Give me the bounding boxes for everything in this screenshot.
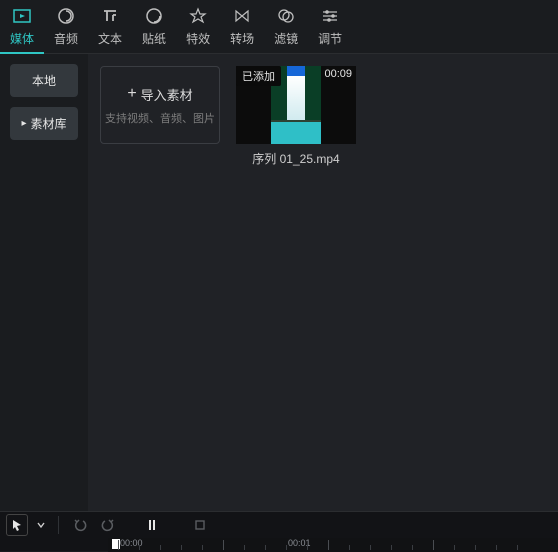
split-tool[interactable] xyxy=(141,514,163,536)
clip-added-badge: 已添加 xyxy=(236,66,281,86)
ruler-tick xyxy=(202,545,203,550)
sticker-icon xyxy=(144,6,164,26)
ruler-tick xyxy=(244,545,245,550)
ruler-tick xyxy=(370,545,371,550)
media-clip[interactable]: 已添加 00:09 序列 01_25.mp4 xyxy=(236,66,356,167)
ruler-tick xyxy=(118,540,119,550)
tab-text[interactable]: 文本 xyxy=(88,0,132,54)
ruler-tick xyxy=(412,545,413,550)
media-panel: + 导入素材 支持视频、音频、图片 已添加 00:09 序列 01_25.mp4 xyxy=(88,54,558,511)
effect-icon xyxy=(188,6,208,26)
tab-filter[interactable]: 滤镜 xyxy=(264,0,308,54)
tab-label: 特效 xyxy=(186,30,210,47)
tab-label: 转场 xyxy=(230,30,254,47)
tab-label: 媒体 xyxy=(10,30,34,47)
text-icon xyxy=(100,6,120,26)
adjust-icon xyxy=(320,6,340,26)
ruler-tick xyxy=(286,545,287,550)
ruler-tick xyxy=(223,540,224,550)
ruler-tick xyxy=(160,545,161,550)
ruler-tick xyxy=(496,545,497,550)
tab-effect[interactable]: 特效 xyxy=(176,0,220,54)
import-hint: 支持视频、音频、图片 xyxy=(105,110,215,126)
ruler-tick xyxy=(454,545,455,550)
import-title: 导入素材 xyxy=(141,85,193,104)
pointer-dropdown[interactable] xyxy=(34,514,48,536)
ruler-tick xyxy=(307,545,308,550)
ruler-tick xyxy=(475,545,476,550)
ruler-tick xyxy=(181,545,182,550)
timeline-ruler[interactable]: 00:00 00:01 xyxy=(108,538,558,552)
crop-tool[interactable] xyxy=(189,514,211,536)
timeline-toolbar: 00:00 00:01 xyxy=(0,511,558,551)
media-icon xyxy=(12,6,32,26)
import-card[interactable]: + 导入素材 支持视频、音频、图片 xyxy=(100,66,220,144)
tab-label: 音频 xyxy=(54,30,78,47)
top-tab-bar: 媒体 音频 文本 贴纸 特效 转场 滤镜 xyxy=(0,0,558,54)
clip-filename: 序列 01_25.mp4 xyxy=(252,150,339,167)
redo-button[interactable] xyxy=(97,514,119,536)
ruler-tick xyxy=(265,545,266,550)
undo-button[interactable] xyxy=(69,514,91,536)
clip-duration: 00:09 xyxy=(324,68,352,80)
tab-label: 调节 xyxy=(318,30,342,47)
sidebar-library-label: 素材库 xyxy=(31,115,67,132)
ruler-tick xyxy=(139,545,140,550)
tab-label: 滤镜 xyxy=(274,30,298,47)
ruler-tick xyxy=(517,545,518,550)
sidebar-local[interactable]: 本地 xyxy=(10,64,78,97)
plus-icon: + xyxy=(127,86,136,102)
tab-label: 贴纸 xyxy=(142,30,166,47)
pointer-tool[interactable] xyxy=(6,514,28,536)
transition-icon xyxy=(232,6,252,26)
ruler-tick xyxy=(433,540,434,550)
tab-sticker[interactable]: 贴纸 xyxy=(132,0,176,54)
main-area: 本地 ▸ 素材库 + 导入素材 支持视频、音频、图片 xyxy=(0,54,558,511)
ruler-tick xyxy=(349,545,350,550)
chevron-right-icon: ▸ xyxy=(21,118,26,129)
tab-audio[interactable]: 音频 xyxy=(44,0,88,54)
ruler-tick xyxy=(391,545,392,550)
audio-icon xyxy=(56,6,76,26)
tab-adjust[interactable]: 调节 xyxy=(308,0,352,54)
sidebar: 本地 ▸ 素材库 xyxy=(0,54,88,511)
sidebar-library[interactable]: ▸ 素材库 xyxy=(10,107,78,140)
clip-thumbnail[interactable]: 已添加 00:09 xyxy=(236,66,356,144)
tab-transition[interactable]: 转场 xyxy=(220,0,264,54)
divider xyxy=(58,516,59,534)
tab-media[interactable]: 媒体 xyxy=(0,0,44,54)
ruler-tick xyxy=(328,540,329,550)
filter-icon xyxy=(276,6,296,26)
tab-label: 文本 xyxy=(98,30,122,47)
